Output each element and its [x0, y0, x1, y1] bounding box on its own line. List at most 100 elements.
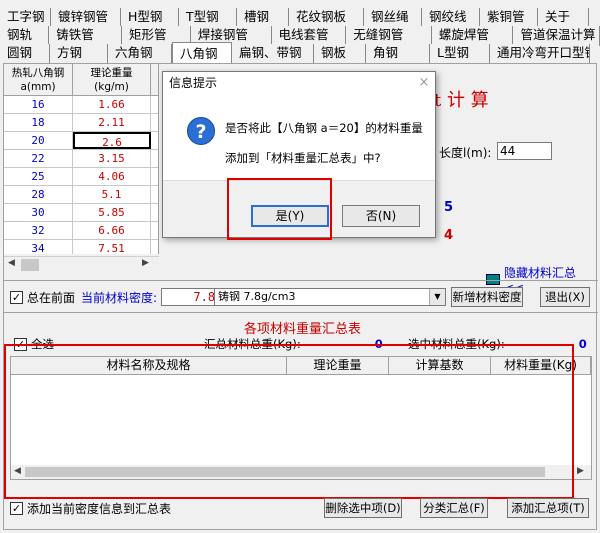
- table-row[interactable]: 28 5.1: [4, 186, 158, 204]
- material-select[interactable]: 铸钢 7.8g/cm3 ▼: [214, 288, 446, 306]
- weight-cell[interactable]: 5.85: [73, 204, 151, 221]
- selected-weight-value: 0: [578, 337, 587, 351]
- exit-button[interactable]: 退出(X): [540, 287, 590, 307]
- tab-row-1: 工字钢 镀锌钢管 H型钢 T型钢 槽钢 花纹钢板 钢丝绳 钢绞线 紫铜管 关于: [0, 8, 600, 28]
- tab-row1-1[interactable]: 镀锌钢管: [51, 8, 121, 28]
- spec-table-hscrollbar[interactable]: ◀ ▶: [4, 256, 159, 272]
- tab-row3-0[interactable]: 圆钢: [0, 44, 50, 64]
- classify-summary-button[interactable]: 分类汇总(F): [420, 498, 488, 518]
- always-on-top-checkbox[interactable]: ✓: [10, 290, 23, 304]
- tab-row2-4[interactable]: 电线套管: [271, 26, 347, 46]
- total-weight-value: 0: [374, 337, 383, 351]
- tab-row2-7[interactable]: 管道保温计算: [513, 26, 600, 46]
- select-all-group: ✓ 全选: [14, 336, 54, 352]
- weight-cell[interactable]: 7.51: [73, 240, 151, 254]
- tab-row1-2[interactable]: H型钢: [121, 8, 179, 28]
- result-partial-red: 4: [444, 228, 454, 243]
- add-density-group: ✓ 添加当前密度信息到汇总表: [10, 500, 171, 517]
- tab-row3-5[interactable]: 钢板: [314, 44, 366, 64]
- current-density-label: 当前材料密度:: [81, 290, 158, 305]
- delete-selected-button[interactable]: 删除选中项(D): [324, 498, 402, 518]
- weight-cell[interactable]: 6.66: [73, 222, 151, 239]
- scroll-right-icon[interactable]: ▶: [577, 466, 584, 476]
- add-density-label: 添加当前密度信息到汇总表: [27, 502, 172, 516]
- size-cell[interactable]: 34: [4, 240, 73, 254]
- col-header-theory-weight[interactable]: 理论重量: [287, 357, 389, 374]
- scroll-left-icon[interactable]: ◀: [14, 466, 21, 476]
- size-cell[interactable]: 18: [4, 114, 73, 131]
- weight-cell[interactable]: 5.1: [73, 186, 151, 203]
- tab-row-3: 圆钢 方钢 六角钢 八角钢 扁钢、带钢 钢板 角钢 L型钢 通用冷弯开口型钢: [0, 42, 600, 64]
- tab-row1-6[interactable]: 钢丝绳: [364, 8, 422, 28]
- weight-cell[interactable]: 2.6: [73, 132, 151, 149]
- tab-row2-0[interactable]: 钢轨: [0, 26, 50, 46]
- tab-row1-7[interactable]: 钢绞线: [422, 8, 480, 28]
- tab-row1-4[interactable]: 槽钢: [237, 8, 289, 28]
- tab-row3-4[interactable]: 扁钢、带钢: [232, 44, 314, 64]
- spec-table: 热轧八角钢 a(mm) 理论重量 (kg/m) 16 1.66 18 2.11 20 2.…: [4, 64, 159, 254]
- col-header-material-weight[interactable]: 材料重量(Kg): [491, 357, 591, 374]
- scroll-thumb[interactable]: [21, 259, 39, 271]
- scroll-thumb[interactable]: [25, 467, 545, 477]
- total-weight-label: 汇总材料总重(Kg):: [204, 337, 301, 351]
- table-row[interactable]: 22 3.15: [4, 150, 158, 168]
- col-header-name[interactable]: 材料名称及规格: [11, 357, 287, 374]
- tab-row2-1[interactable]: 铸铁管: [49, 26, 123, 46]
- dialog-title: 信息提示: [169, 76, 218, 90]
- size-cell[interactable]: 16: [4, 96, 73, 113]
- tab-row1-3[interactable]: T型钢: [179, 8, 237, 28]
- weight-cell[interactable]: 1.66: [73, 96, 151, 113]
- tab-row3-8[interactable]: 通用冷弯开口型钢: [490, 44, 590, 64]
- weight-cell[interactable]: 3.15: [73, 150, 151, 167]
- tab-row3-7[interactable]: L型钢: [430, 44, 490, 64]
- selected-weight-group: 选中材料总重(Kg): 0: [408, 336, 587, 352]
- close-icon[interactable]: ×: [413, 72, 435, 94]
- tab-row1-0[interactable]: 工字钢: [0, 8, 51, 28]
- yes-button[interactable]: 是(Y): [251, 205, 329, 227]
- tab-row2-5[interactable]: 无缝钢管: [346, 26, 432, 46]
- size-cell[interactable]: 20: [4, 132, 73, 149]
- size-cell[interactable]: 22: [4, 150, 73, 167]
- density-value-field[interactable]: 7.8: [161, 288, 220, 306]
- summary-hscrollbar[interactable]: ◀ ▶: [11, 465, 591, 479]
- table-row[interactable]: 20 2.6: [4, 132, 158, 150]
- confirm-dialog: 信息提示 × ? 是否将此【八角钢 a＝20】的材料重量 添加到「材料重量汇总表…: [162, 71, 436, 238]
- size-cell[interactable]: 32: [4, 222, 73, 239]
- tab-row3-2[interactable]: 六角钢: [108, 44, 172, 64]
- table-row[interactable]: 18 2.11: [4, 114, 158, 132]
- tab-row3-6[interactable]: 角钢: [366, 44, 430, 64]
- new-density-button[interactable]: 新增材料密度: [451, 287, 523, 307]
- select-all-label: 全选: [31, 337, 54, 351]
- table-row[interactable]: 25 4.06: [4, 168, 158, 186]
- no-button[interactable]: 否(N): [342, 205, 420, 227]
- size-cell[interactable]: 28: [4, 186, 73, 203]
- table-row[interactable]: 30 5.85: [4, 204, 158, 222]
- length-input[interactable]: 44: [497, 142, 552, 160]
- table-row[interactable]: 32 6.66: [4, 222, 158, 240]
- tab-row-2: 钢轨 铸铁管 矩形管 焊接钢管 电线套管 无缝钢管 螺旋焊管 管道保温计算: [0, 26, 600, 46]
- divider: [4, 312, 598, 313]
- summary-table[interactable]: 材料名称及规格 理论重量 计算基数 材料重量(Kg) ◀ ▶: [10, 356, 592, 480]
- table-row[interactable]: 16 1.66: [4, 96, 158, 114]
- density-row: ✓ 总在前面 当前材料密度: 7.8: [10, 288, 220, 306]
- tab-row1-8[interactable]: 紫铜管: [480, 8, 538, 28]
- tab-row1-5[interactable]: 花纹钢板: [289, 8, 364, 28]
- scroll-left-icon[interactable]: ◀: [8, 258, 15, 268]
- scroll-right-icon[interactable]: ▶: [142, 258, 149, 268]
- weight-cell[interactable]: 2.11: [73, 114, 151, 131]
- col-header-base[interactable]: 计算基数: [389, 357, 491, 374]
- chevron-down-icon[interactable]: ▼: [429, 289, 445, 305]
- add-summary-item-button[interactable]: 添加汇总项(T): [507, 498, 589, 518]
- size-cell[interactable]: 30: [4, 204, 73, 221]
- tab-row1-9[interactable]: 关于: [538, 8, 589, 28]
- table-row[interactable]: 34 7.51: [4, 240, 158, 254]
- weight-cell[interactable]: 4.06: [73, 168, 151, 185]
- tab-row3-1[interactable]: 方钢: [50, 44, 108, 64]
- size-cell[interactable]: 25: [4, 168, 73, 185]
- select-all-checkbox[interactable]: ✓: [14, 337, 27, 351]
- material-select-value: 铸钢 7.8g/cm3: [218, 290, 296, 303]
- add-density-checkbox[interactable]: ✓: [10, 502, 23, 515]
- tab-row2-6[interactable]: 螺旋焊管: [431, 26, 514, 46]
- selected-weight-label: 选中材料总重(Kg):: [408, 337, 505, 351]
- tab-row3-3[interactable]: 八角钢: [172, 42, 232, 64]
